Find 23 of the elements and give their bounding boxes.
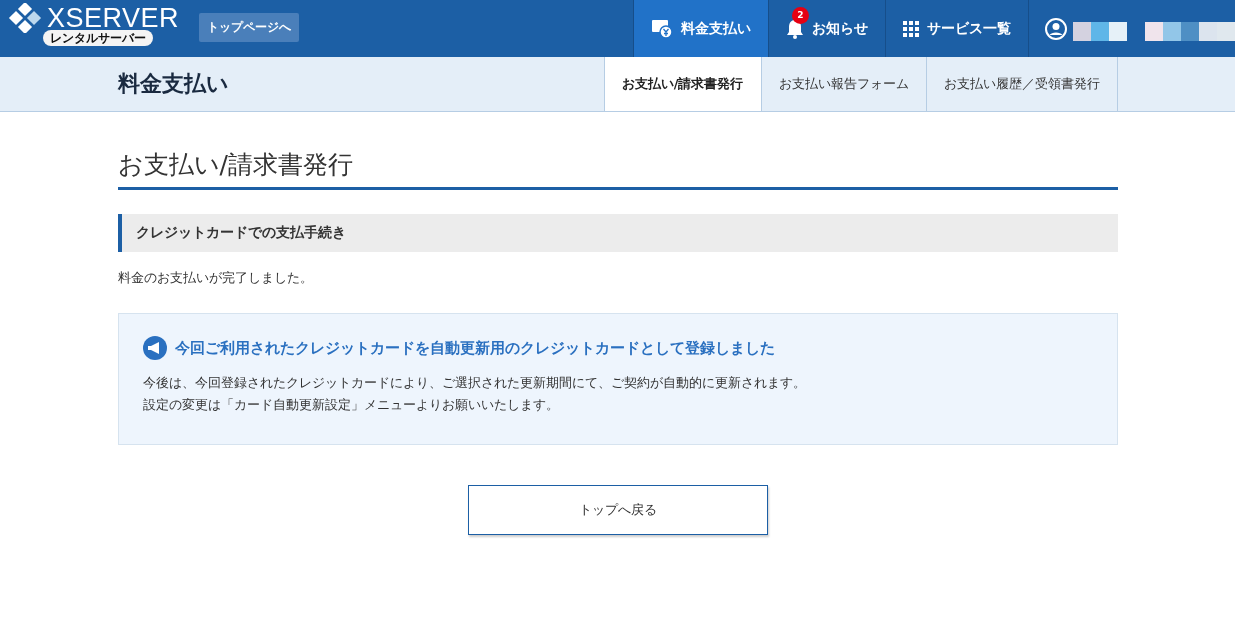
sub-tab[interactable]: お支払い/請求書発行 (603, 57, 761, 111)
notice-title: 今回ご利用されたクレジットカードを自動更新用のクレジットカードとして登録しました (174, 338, 775, 358)
notice-text: 設定の変更は「カード自動更新設定」メニューよりお願いいたします。 (142, 396, 560, 414)
logo[interactable]: XSERVER レンタルサーバー (0, 0, 181, 57)
grid-icon (903, 20, 919, 37)
notification-count-badge: 2 (792, 6, 809, 24)
completion-message: 料金のお支払いが完了しました。 (117, 270, 314, 287)
megaphone-icon (142, 336, 167, 360)
logo-wordmark: XSERVER (46, 5, 180, 31)
billing-icon (651, 18, 673, 39)
back-to-top-button[interactable]: トップへ戻る (467, 485, 768, 535)
page-title: お支払い/請求書発行 (117, 148, 1118, 190)
sub-tab[interactable]: お支払い報告フォーム (760, 57, 926, 111)
user-icon[interactable] (1045, 17, 1067, 40)
bell-icon (786, 18, 804, 39)
notice-text: 今後は、今回登録されたクレジットカードにより、ご選択された更新期間にて、ご契約が自動的に更新されます。 (142, 374, 807, 392)
sub-tab[interactable]: お支払い履歴／受領書発行 (925, 57, 1117, 111)
section-heading: 料金支払い (117, 70, 229, 98)
nav-item[interactable]: 料金支払い (633, 0, 768, 57)
subsection-heading: クレジットカードでの支払手続き (117, 214, 1118, 252)
logo-diamond-icon (7, 3, 44, 33)
top-page-link[interactable]: トップページへ (199, 13, 299, 42)
logo-subtitle-badge: レンタルサーバー (42, 30, 153, 46)
